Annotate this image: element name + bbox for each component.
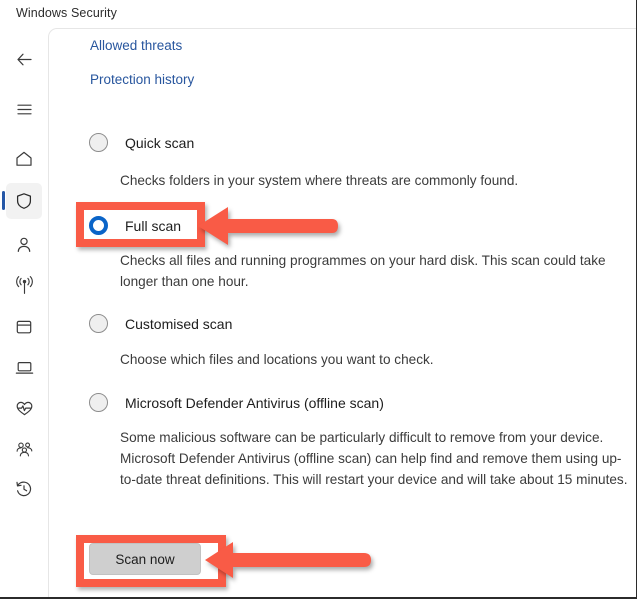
shield-icon	[14, 191, 34, 211]
title-bar: Windows Security	[0, 0, 636, 27]
sidebar-item-device-performance-health[interactable]	[6, 390, 42, 426]
history-icon	[14, 479, 34, 499]
label-customised-scan: Customised scan	[125, 316, 233, 332]
description-offline-scan: Some malicious software can be particula…	[120, 430, 628, 487]
home-icon	[14, 149, 34, 169]
link-allowed-threats[interactable]: Allowed threats	[90, 38, 182, 53]
heart-pulse-icon	[14, 398, 35, 419]
hamburger-icon	[15, 100, 34, 119]
person-icon	[14, 235, 34, 255]
sidebar-item-device-security[interactable]	[6, 349, 42, 385]
sidebar-item-account-protection[interactable]	[6, 227, 42, 263]
menu-button[interactable]	[6, 91, 42, 127]
annotation-arrow-full-scan	[198, 203, 338, 254]
description-customised-scan: Choose which files and locations you wan…	[120, 352, 434, 367]
navigation-rail	[0, 27, 48, 597]
sidebar-item-virus-protection[interactable]	[2, 183, 42, 219]
radio-quick-scan[interactable]	[89, 133, 108, 152]
description-full-scan: Checks all files and running programmes …	[120, 253, 606, 289]
windows-security-window: Windows Security groovyPost.com	[0, 0, 637, 599]
browser-icon	[14, 317, 34, 337]
annotation-arrow-scan-now	[205, 539, 371, 586]
content-panel: Allowed threats Protection history Quick…	[48, 28, 636, 597]
people-icon	[14, 439, 35, 460]
highlight-box-scan-now	[76, 535, 226, 587]
radio-customised-scan[interactable]	[89, 314, 108, 333]
wifi-icon	[14, 275, 35, 296]
label-quick-scan: Quick scan	[125, 135, 195, 151]
sidebar-item-firewall-network[interactable]	[6, 267, 42, 303]
arrow-left-icon	[15, 50, 34, 69]
label-offline-scan: Microsoft Defender Antivirus (offline sc…	[125, 395, 384, 411]
back-button[interactable]	[6, 41, 42, 77]
sidebar-item-app-browser-control[interactable]	[6, 309, 42, 345]
window-title: Windows Security	[16, 6, 117, 20]
link-protection-history[interactable]: Protection history	[90, 72, 194, 87]
description-quick-scan: Checks folders in your system where thre…	[120, 173, 519, 188]
sidebar-item-home[interactable]	[6, 141, 42, 177]
sidebar-item-family-options[interactable]	[6, 431, 42, 467]
highlight-box-full-scan	[76, 202, 205, 247]
radio-offline-scan[interactable]	[89, 393, 108, 412]
sidebar-item-protection-history[interactable]	[6, 471, 42, 507]
laptop-icon	[14, 357, 35, 378]
